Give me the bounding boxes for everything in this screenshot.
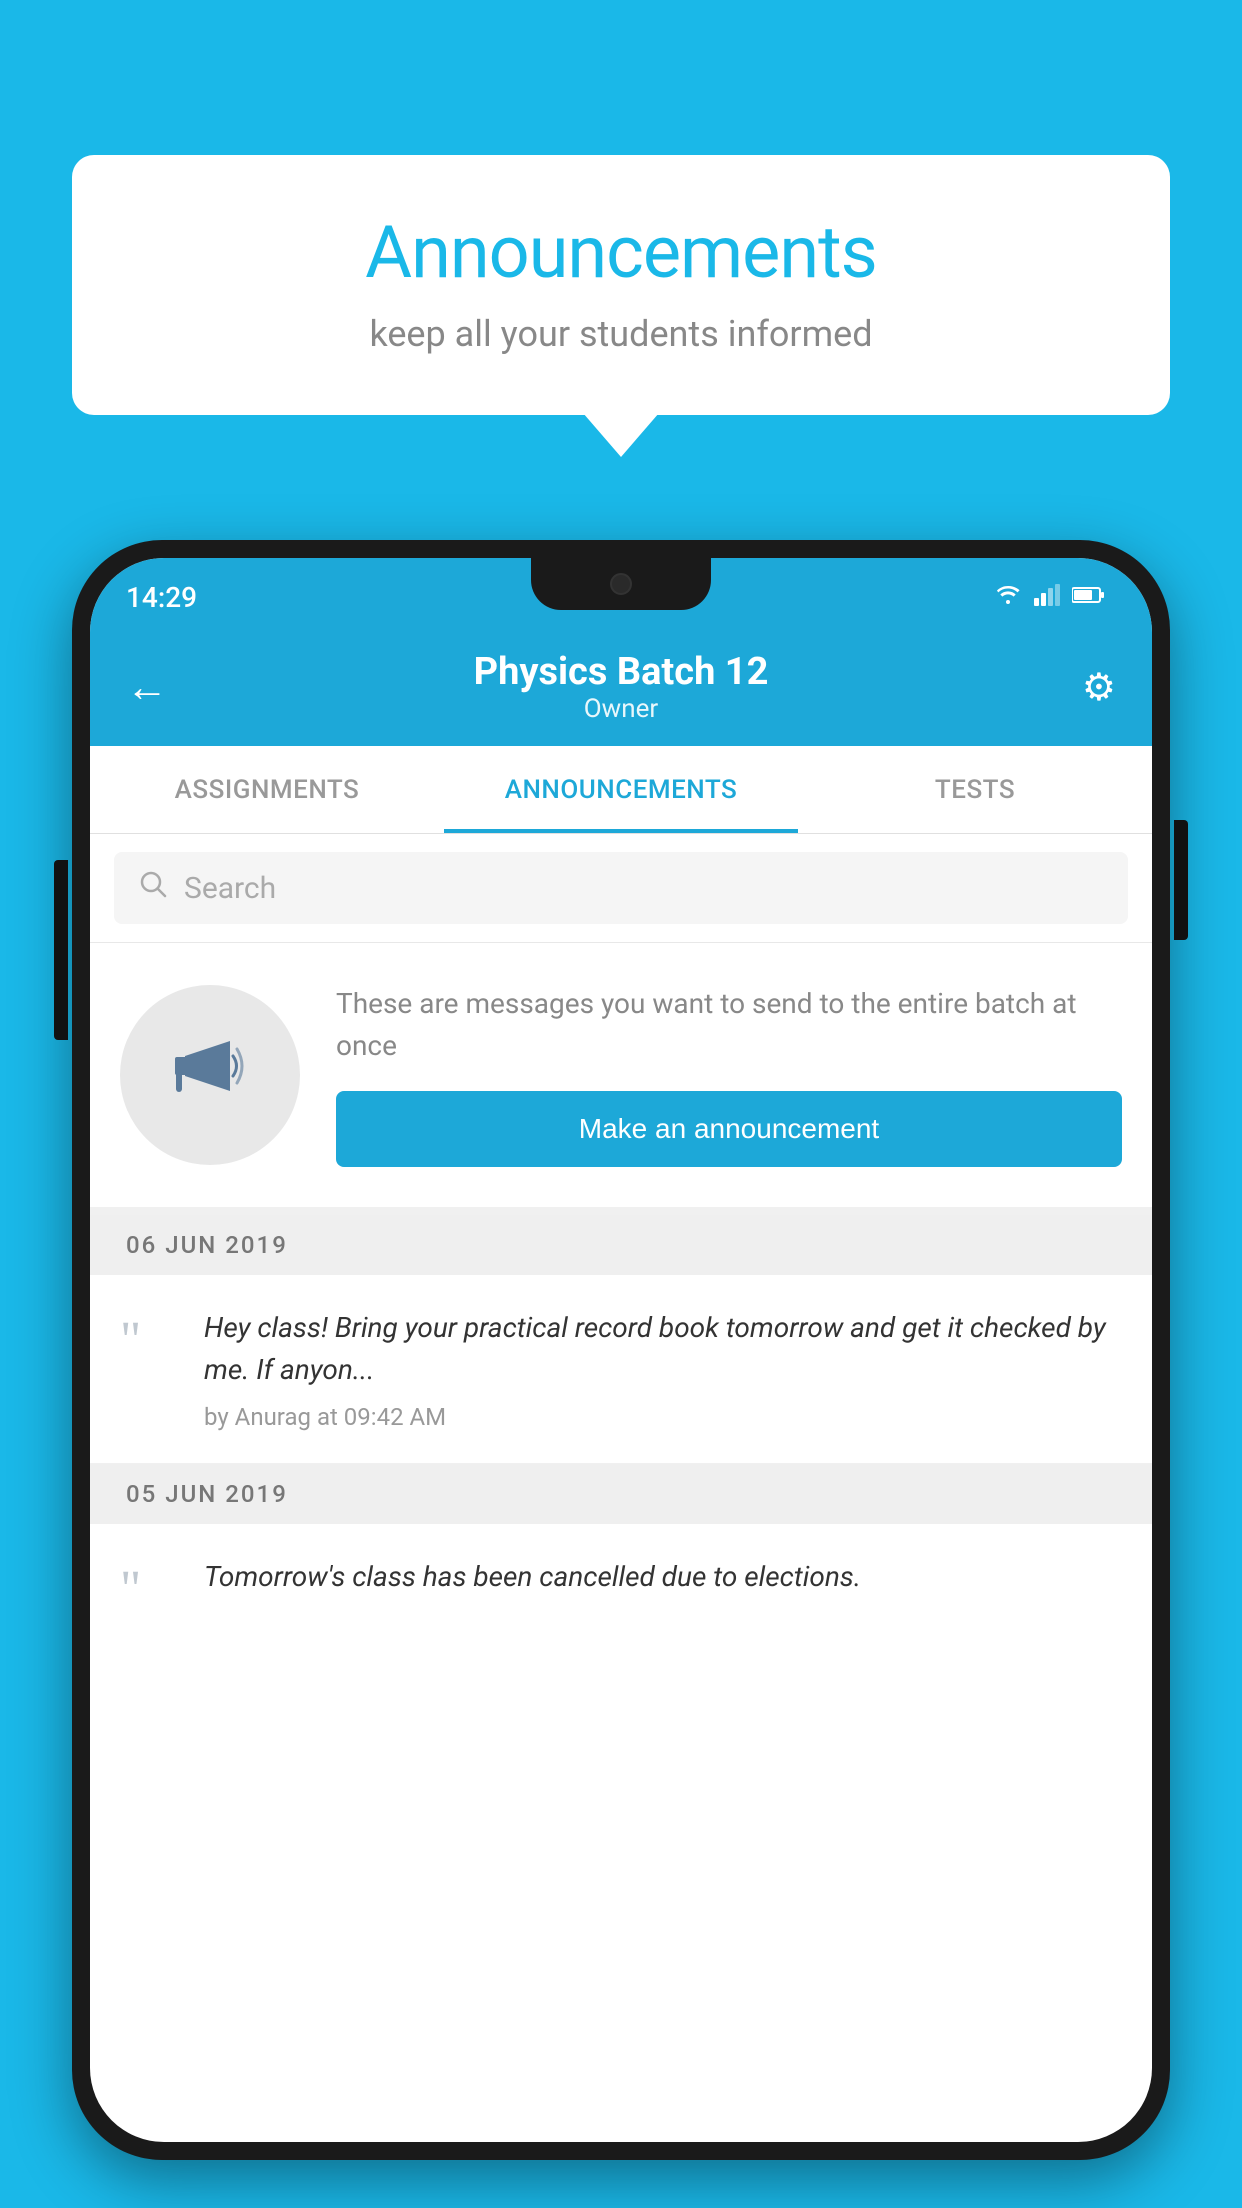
announcement-content-2: Tomorrow's class has been cancelled due … (204, 1556, 1122, 1610)
megaphone-icon (165, 1021, 255, 1129)
announcement-text-1: Hey class! Bring your practical record b… (204, 1307, 1122, 1391)
tab-assignments[interactable]: ASSIGNMENTS (90, 746, 444, 833)
tabs-bar: ASSIGNMENTS ANNOUNCEMENTS TESTS (90, 746, 1152, 834)
page-title: Announcements (132, 210, 1110, 295)
search-bar[interactable]: Search (114, 852, 1128, 924)
status-time: 14:29 (126, 581, 197, 614)
announcement-content-1: Hey class! Bring your practical record b… (204, 1307, 1122, 1431)
make-announcement-button[interactable]: Make an announcement (336, 1091, 1122, 1167)
announcement-item-2[interactable]: " Tomorrow's class has been cancelled du… (90, 1524, 1152, 1648)
speech-bubble-section: Announcements keep all your students inf… (72, 155, 1170, 415)
batch-role: Owner (196, 694, 1046, 724)
phone-notch (531, 558, 711, 610)
date-divider-1: 06 JUN 2019 (90, 1215, 1152, 1275)
phone-screen: 14:29 (90, 558, 1152, 2142)
back-button[interactable]: ← (126, 663, 196, 712)
status-icons (994, 583, 1104, 611)
camera-icon (610, 573, 632, 595)
announcement-text-2: Tomorrow's class has been cancelled due … (204, 1556, 1122, 1598)
wifi-icon (994, 583, 1022, 611)
tab-announcements[interactable]: ANNOUNCEMENTS (444, 746, 798, 833)
announce-description: These are messages you want to send to t… (336, 983, 1122, 1067)
battery-icon (1072, 586, 1104, 608)
app-header: ← Physics Batch 12 Owner ⚙ (90, 628, 1152, 746)
date-divider-2: 05 JUN 2019 (90, 1464, 1152, 1524)
phone-outer: 14:29 (72, 540, 1170, 2160)
tab-tests[interactable]: TESTS (798, 746, 1152, 833)
signal-icon (1034, 584, 1060, 610)
page-subtitle: keep all your students informed (132, 313, 1110, 355)
header-center: Physics Batch 12 Owner (196, 650, 1046, 724)
quote-icon-1: " (120, 1315, 180, 1367)
announcement-meta-1: by Anurag at 09:42 AM (204, 1403, 1122, 1431)
phone-mockup: 14:29 (72, 540, 1170, 2160)
announce-cta-right: These are messages you want to send to t… (336, 983, 1122, 1167)
search-icon (138, 869, 168, 907)
speech-bubble: Announcements keep all your students inf… (72, 155, 1170, 415)
batch-title: Physics Batch 12 (196, 650, 1046, 694)
announcement-item-1[interactable]: " Hey class! Bring your practical record… (90, 1275, 1152, 1464)
announcement-icon-circle (120, 985, 300, 1165)
settings-icon[interactable]: ⚙ (1046, 665, 1116, 710)
search-container: Search (90, 834, 1152, 943)
search-input[interactable]: Search (184, 871, 276, 906)
announcement-cta: These are messages you want to send to t… (90, 943, 1152, 1215)
quote-icon-2: " (120, 1564, 180, 1616)
